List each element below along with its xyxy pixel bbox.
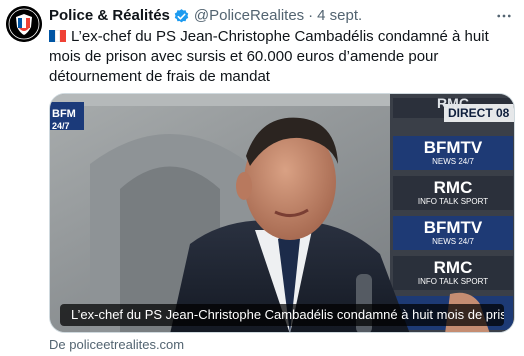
avatar[interactable] xyxy=(6,6,42,42)
tweet[interactable]: Police & Réalités @PoliceRealites · 4 se… xyxy=(0,0,524,356)
rmc-logo-1: RMC INFO TALK SPORT xyxy=(393,179,513,207)
verified-badge-icon xyxy=(173,8,190,25)
media-caption-text: L’ex-chef du PS Jean-Christophe Cambadél… xyxy=(71,307,504,322)
bfmtv-text-2: BFMTV xyxy=(423,218,483,237)
bfm-corner-sub: 24/7 xyxy=(52,121,70,131)
link-source[interactable]: De policeetrealites.com xyxy=(49,337,184,353)
tweet-text-body: L’ex-chef du PS Jean-Christophe Cambadél… xyxy=(49,28,489,85)
media-caption: L’ex-chef du PS Jean-Christophe Cambadél… xyxy=(60,304,504,326)
rmc-text-2: RMC xyxy=(433,258,473,277)
bfm-corner-logo: BFM 24/7 xyxy=(50,106,84,134)
tweet-header: Police & Réalités @PoliceRealites · 4 se… xyxy=(49,6,362,26)
rmc-logo-top: RMC xyxy=(437,95,469,111)
france-flag-icon xyxy=(49,28,66,42)
bfmtv-sub: NEWS 24/7 xyxy=(432,157,474,166)
bfmtv-logo-2: BFMTV NEWS 24/7 xyxy=(393,219,513,247)
bfmtv-text: BFMTV xyxy=(423,138,483,157)
rmc-logo-2: RMC INFO TALK SPORT xyxy=(393,259,513,287)
tweet-text: L’ex-chef du PS Jean-Christophe Cambadél… xyxy=(49,27,515,87)
display-name[interactable]: Police & Réalités xyxy=(49,6,170,26)
media-card[interactable]: BFM 24/7 DIRECT 08 RMC BFMTV NEWS 24/7 R… xyxy=(49,93,515,333)
rmc-sub-2: INFO TALK SPORT xyxy=(417,277,489,286)
bfmtv-sub-2: NEWS 24/7 xyxy=(432,237,474,246)
rmc-sub: INFO TALK SPORT xyxy=(417,197,489,206)
video-thumbnail xyxy=(50,94,514,332)
tweet-date[interactable]: 4 sept. xyxy=(317,6,362,26)
handle[interactable]: @PoliceRealites xyxy=(194,6,304,26)
more-icon[interactable] xyxy=(494,6,514,26)
bfmtv-logo-1: BFMTV NEWS 24/7 xyxy=(393,139,513,167)
bfm-corner-text: BFM xyxy=(52,108,76,120)
rmc-text: RMC xyxy=(433,178,473,197)
separator-dot: · xyxy=(308,7,314,24)
